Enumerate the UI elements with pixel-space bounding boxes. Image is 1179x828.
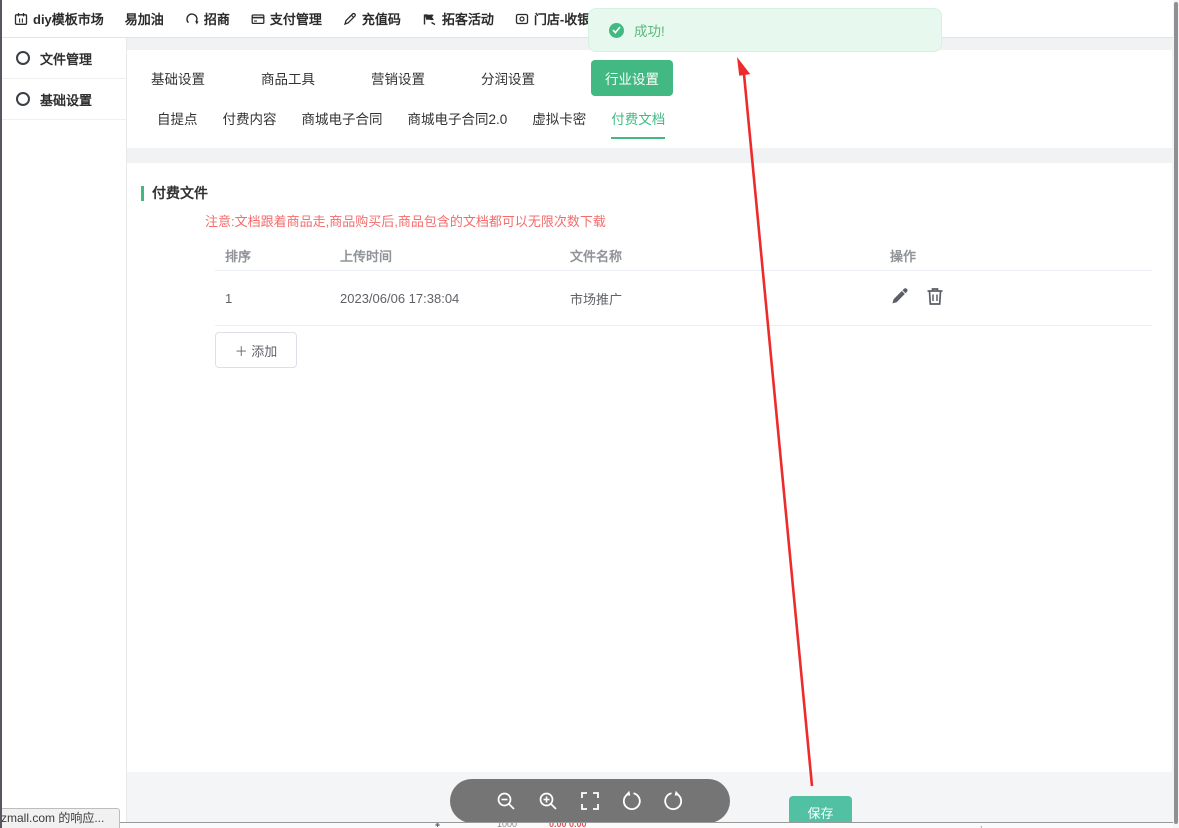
toast-message: 成功! bbox=[634, 20, 665, 40]
section-accent-bar bbox=[141, 186, 144, 201]
sidebar-item-file-management[interactable]: 文件管理 bbox=[2, 38, 126, 79]
delete-trash-icon[interactable] bbox=[925, 286, 945, 310]
tab-industry-settings[interactable]: 行业设置 bbox=[591, 60, 673, 96]
topnav-item-customer-activity[interactable]: 拓客活动 bbox=[422, 9, 494, 28]
tab-marketing-settings[interactable]: 营销设置 bbox=[371, 60, 425, 96]
sidebar-item-basic-settings[interactable]: 基础设置 bbox=[2, 79, 126, 120]
clipped-text-fragment: ¥ bbox=[435, 822, 440, 828]
topnav-item-diy-template-market[interactable]: diy模板市场 bbox=[14, 9, 104, 28]
topnav-label: 易加油 bbox=[125, 9, 164, 28]
subtab-pickup-point[interactable]: 自提点 bbox=[157, 108, 198, 139]
add-button[interactable]: ＋ 添加 bbox=[215, 332, 297, 368]
topnav-label: diy模板市场 bbox=[33, 9, 104, 28]
zoom-in-icon[interactable] bbox=[537, 790, 560, 813]
sidebar-item-label: 基础设置 bbox=[40, 90, 92, 109]
success-check-icon bbox=[609, 23, 624, 38]
radio-circle-icon bbox=[16, 51, 30, 65]
paid-files-table: 排序 上传时间 文件名称 操作 1 2023/06/06 17:38:04 市场… bbox=[215, 240, 1152, 326]
col-header-upload-time: 上传时间 bbox=[340, 246, 570, 265]
main-tabs: 基础设置 商品工具 营销设置 分润设置 行业设置 bbox=[151, 60, 673, 96]
tab-product-tools[interactable]: 商品工具 bbox=[261, 60, 315, 96]
cell-file-name: 市场推广 bbox=[570, 289, 890, 308]
section-title: 付费文件 bbox=[152, 183, 208, 203]
sidebar: 文件管理 基础设置 bbox=[2, 38, 127, 828]
sidebar-item-label: 文件管理 bbox=[40, 49, 92, 68]
scrollbar-thumb[interactable] bbox=[1174, 2, 1178, 824]
paid-files-panel: 付费文件 注意:文档跟着商品走,商品购买后,商品包含的文档都可以无限次数下载 排… bbox=[127, 163, 1172, 772]
cell-upload-time: 2023/06/06 17:38:04 bbox=[340, 291, 570, 306]
edit-pencil-icon[interactable] bbox=[890, 286, 911, 310]
topnav-label: 拓客活动 bbox=[442, 9, 494, 28]
clipped-page-row: ¥ 1000 0.00 0.00 , bbox=[118, 822, 1179, 828]
subtab-paid-content[interactable]: 付费内容 bbox=[223, 108, 277, 139]
tab-profit-settings[interactable]: 分润设置 bbox=[481, 60, 535, 96]
table-header-row: 排序 上传时间 文件名称 操作 bbox=[215, 240, 1152, 271]
pen-icon bbox=[343, 12, 357, 26]
subtab-paid-documents[interactable]: 付费文档 bbox=[611, 108, 665, 139]
browser-status-tooltip: zmall.com 的响应... bbox=[0, 808, 120, 828]
topnav-label: 招商 bbox=[204, 9, 230, 28]
topnav-label: 充值码 bbox=[362, 9, 401, 28]
topnav-item-recharge-code[interactable]: 充值码 bbox=[343, 9, 401, 28]
subtab-mall-econtract-2[interactable]: 商城电子合同2.0 bbox=[408, 108, 508, 139]
col-header-file-name: 文件名称 bbox=[570, 246, 890, 265]
col-header-actions: 操作 bbox=[890, 246, 1152, 265]
radio-circle-icon bbox=[16, 92, 30, 106]
card-icon bbox=[251, 12, 265, 26]
topnav-item-payment-management[interactable]: 支付管理 bbox=[251, 9, 322, 28]
clipped-text-fragment: 1000 bbox=[497, 822, 517, 828]
zoom-out-icon[interactable] bbox=[495, 790, 518, 813]
clipped-text-fragment: , bbox=[980, 822, 983, 828]
section-note: 注意:文档跟着商品走,商品购买后,商品包含的文档都可以无限次数下载 bbox=[205, 211, 606, 230]
col-header-sort: 排序 bbox=[215, 246, 340, 265]
rotate-left-icon[interactable] bbox=[620, 790, 643, 813]
section-header: 付费文件 bbox=[141, 183, 208, 203]
calendar-icon bbox=[14, 12, 28, 26]
cell-actions bbox=[890, 286, 1152, 310]
window-left-edge bbox=[0, 0, 2, 828]
clipped-text-fragment: 0.00 0.00 bbox=[549, 822, 587, 828]
recycle-icon bbox=[185, 12, 199, 26]
vertical-scrollbar[interactable] bbox=[1173, 0, 1179, 828]
image-viewer-toolbar bbox=[450, 779, 730, 823]
subtab-mall-econtract[interactable]: 商城电子合同 bbox=[302, 108, 383, 139]
sub-tabs: 自提点 付费内容 商城电子合同 商城电子合同2.0 虚拟卡密 付费文档 bbox=[157, 108, 665, 139]
tab-basic-settings[interactable]: 基础设置 bbox=[151, 60, 205, 96]
store-icon bbox=[515, 12, 529, 26]
subtab-virtual-card[interactable]: 虚拟卡密 bbox=[532, 108, 586, 139]
fullscreen-icon[interactable] bbox=[579, 790, 601, 812]
topnav-label: 支付管理 bbox=[270, 9, 322, 28]
flag-icon bbox=[422, 12, 437, 26]
topnav-item-zhaoshang[interactable]: 招商 bbox=[185, 9, 230, 28]
settings-tabs-card: 基础设置 商品工具 营销设置 分润设置 行业设置 自提点 付费内容 商城电子合同… bbox=[127, 50, 1172, 148]
table-row: 1 2023/06/06 17:38:04 市场推广 bbox=[215, 271, 1152, 326]
rotate-right-icon[interactable] bbox=[662, 790, 685, 813]
cell-sort: 1 bbox=[215, 291, 340, 306]
topnav-item-yijiayou[interactable]: 易加油 bbox=[125, 9, 164, 28]
success-toast: 成功! bbox=[588, 8, 942, 52]
